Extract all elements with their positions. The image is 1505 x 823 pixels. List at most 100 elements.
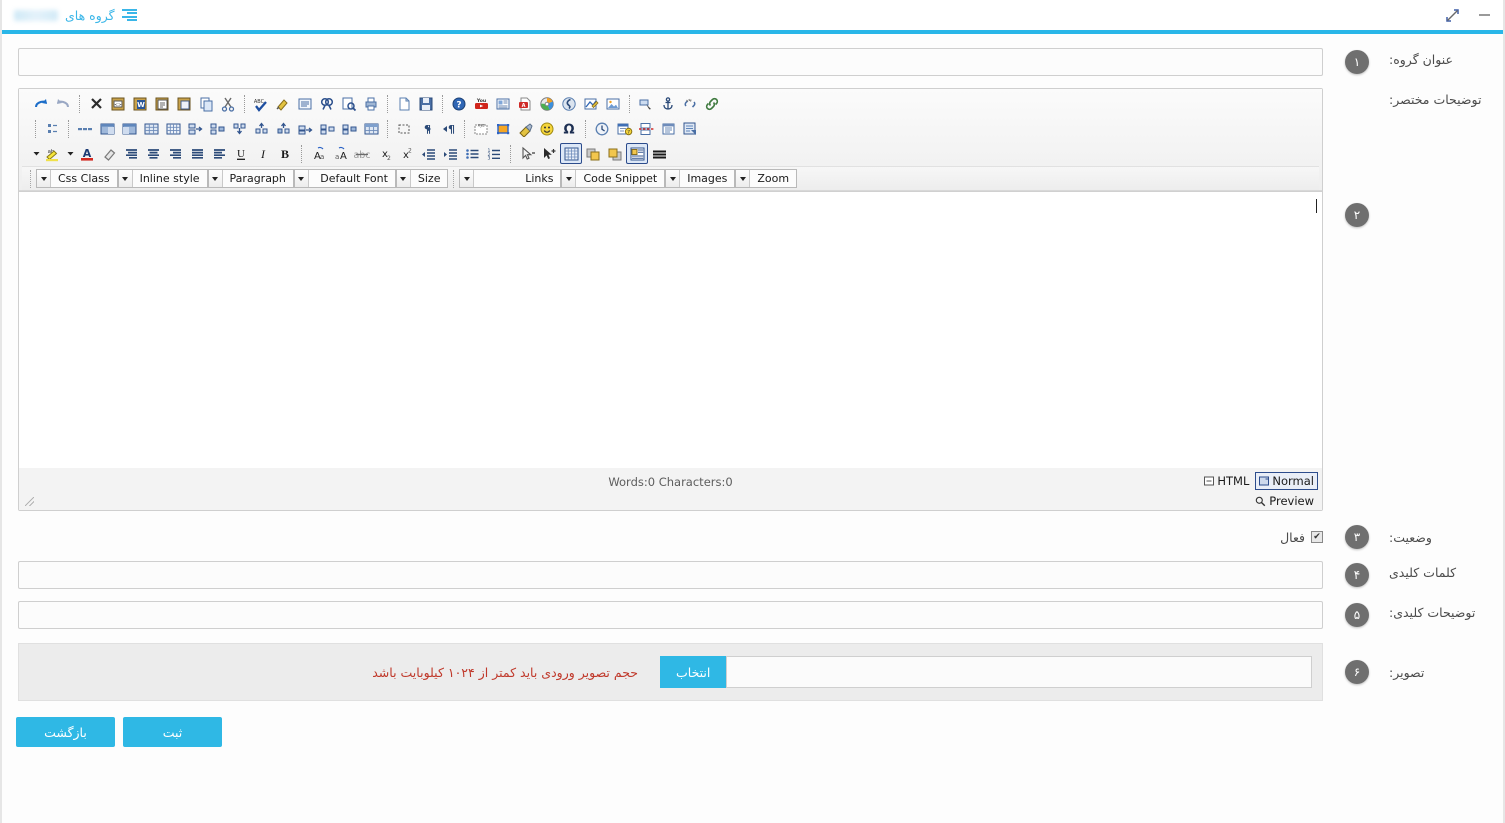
bold-icon[interactable]: B	[274, 143, 296, 164]
table-grid-alt-icon[interactable]	[162, 118, 184, 139]
horizontal-line-icon[interactable]	[74, 118, 96, 139]
active-checkbox-wrapper[interactable]: فعال	[1280, 530, 1323, 545]
div-container-icon[interactable]	[492, 118, 514, 139]
list-properties-icon[interactable]	[41, 118, 63, 139]
bullet-list-icon[interactable]	[461, 143, 483, 164]
form-button-icon[interactable]	[635, 93, 657, 114]
cleanup-icon[interactable]	[514, 118, 536, 139]
strikethrough-icon[interactable]: abc	[351, 143, 373, 164]
dropdown-links[interactable]: Links	[459, 169, 562, 188]
font-color-icon[interactable]: A	[76, 143, 98, 164]
table-insert-icon[interactable]	[96, 118, 118, 139]
row-delete-icon[interactable]	[228, 118, 250, 139]
media-icon[interactable]	[492, 93, 514, 114]
cell-insert-left-icon[interactable]	[250, 118, 272, 139]
font-color-dropdown-arrow-icon[interactable]	[64, 143, 76, 164]
submit-button[interactable]: ثبت	[123, 717, 222, 747]
emoji-icon[interactable]	[536, 118, 558, 139]
dropdown-code-snippet[interactable]: Code Snippet	[561, 169, 666, 188]
cell-merge-icon[interactable]	[294, 118, 316, 139]
row-insert-below-icon[interactable]	[206, 118, 228, 139]
unlink-icon[interactable]	[679, 93, 701, 114]
show-borders-icon[interactable]	[393, 118, 415, 139]
select-add-icon[interactable]	[538, 143, 560, 164]
indent-icon[interactable]	[439, 143, 461, 164]
highlight-dropdown-arrow-icon[interactable]	[30, 143, 42, 164]
expand-icon[interactable]	[1443, 6, 1461, 24]
uppercase-icon[interactable]: Aa	[307, 143, 329, 164]
minimize-icon[interactable]	[1475, 6, 1493, 24]
back-button[interactable]: بازگشت	[16, 717, 115, 747]
highlight-icon[interactable]: ab	[42, 143, 64, 164]
horizontal-rule-icon[interactable]	[648, 143, 670, 164]
numbered-list-icon[interactable]: 123	[483, 143, 505, 164]
editor-content-area[interactable]	[19, 191, 1322, 468]
keywords-input[interactable]	[18, 561, 1323, 589]
active-checkbox[interactable]	[1311, 531, 1323, 543]
lowercase-icon[interactable]: aA	[329, 143, 351, 164]
layer-front-icon[interactable]	[604, 143, 626, 164]
select-all-icon[interactable]	[294, 93, 316, 114]
group-title-input[interactable]	[18, 48, 1323, 76]
justify-center-icon[interactable]	[142, 143, 164, 164]
link-icon[interactable]	[701, 93, 723, 114]
justify-full-icon[interactable]	[186, 143, 208, 164]
key-descriptions-input[interactable]	[18, 601, 1323, 629]
underline-icon[interactable]: U	[230, 143, 252, 164]
select-image-button[interactable]: انتخاب	[660, 656, 727, 688]
remove-format-icon[interactable]	[85, 93, 107, 114]
dropdown-css-class[interactable]: Css Class	[36, 169, 118, 188]
dropdown-zoom[interactable]: Zoom	[735, 169, 798, 188]
align-left-icon[interactable]	[208, 143, 230, 164]
dropdown-images[interactable]: Images	[665, 169, 736, 188]
date-icon[interactable]: 7	[613, 118, 635, 139]
help-icon[interactable]: ?	[448, 93, 470, 114]
document-properties-icon[interactable]	[679, 118, 701, 139]
flash-icon[interactable]	[558, 93, 580, 114]
copy-icon[interactable]	[195, 93, 217, 114]
tab-preview[interactable]: Preview	[1251, 492, 1318, 510]
find-icon[interactable]	[316, 93, 338, 114]
tab-html[interactable]: HTML	[1200, 472, 1253, 490]
grid-icon[interactable]	[560, 143, 582, 164]
rtl-icon[interactable]: ¶	[415, 118, 437, 139]
save-icon[interactable]	[415, 93, 437, 114]
layout-icon[interactable]	[626, 143, 648, 164]
dropdown-inline-style[interactable]: Inline style	[117, 169, 208, 188]
outdent-icon[interactable]	[417, 143, 439, 164]
anchor-icon[interactable]	[657, 93, 679, 114]
image-path-input[interactable]	[726, 656, 1312, 688]
cell-delete-icon[interactable]	[338, 118, 360, 139]
cell-split-icon[interactable]	[316, 118, 338, 139]
find-replace-icon[interactable]	[338, 93, 360, 114]
paste-html-icon[interactable]: <>	[107, 93, 129, 114]
new-document-icon[interactable]	[393, 93, 415, 114]
table-cell-props-icon[interactable]	[360, 118, 382, 139]
special-character-icon[interactable]: Ω	[558, 118, 580, 139]
dropdown-paragraph[interactable]: Paragraph	[207, 169, 294, 188]
pdf-icon[interactable]: A	[514, 93, 536, 114]
cut-icon[interactable]	[217, 93, 239, 114]
cell-insert-right-icon[interactable]	[272, 118, 294, 139]
redo-icon[interactable]	[30, 93, 52, 114]
paste-icon[interactable]	[173, 93, 195, 114]
eraser-icon[interactable]	[98, 143, 120, 164]
row-insert-above-icon[interactable]	[184, 118, 206, 139]
select-tool-icon[interactable]	[516, 143, 538, 164]
align-right-icon[interactable]	[164, 143, 186, 164]
superscript-icon[interactable]: x2	[395, 143, 417, 164]
dropdown-size[interactable]: Size	[395, 169, 449, 188]
dropdown-default-font[interactable]: Default Font	[293, 169, 396, 188]
ltr-icon[interactable]: ¶	[437, 118, 459, 139]
abbreviation-icon[interactable]: xyz	[470, 118, 492, 139]
image-icon[interactable]	[602, 93, 624, 114]
undo-icon[interactable]	[52, 93, 74, 114]
template-icon[interactable]	[657, 118, 679, 139]
tab-normal[interactable]: Normal	[1255, 472, 1318, 490]
signature-icon[interactable]	[580, 93, 602, 114]
paste-word-icon[interactable]: W	[129, 93, 151, 114]
italic-icon[interactable]: I	[252, 143, 274, 164]
table-properties-icon[interactable]	[118, 118, 140, 139]
layer-back-icon[interactable]	[582, 143, 604, 164]
media-player-icon[interactable]	[536, 93, 558, 114]
